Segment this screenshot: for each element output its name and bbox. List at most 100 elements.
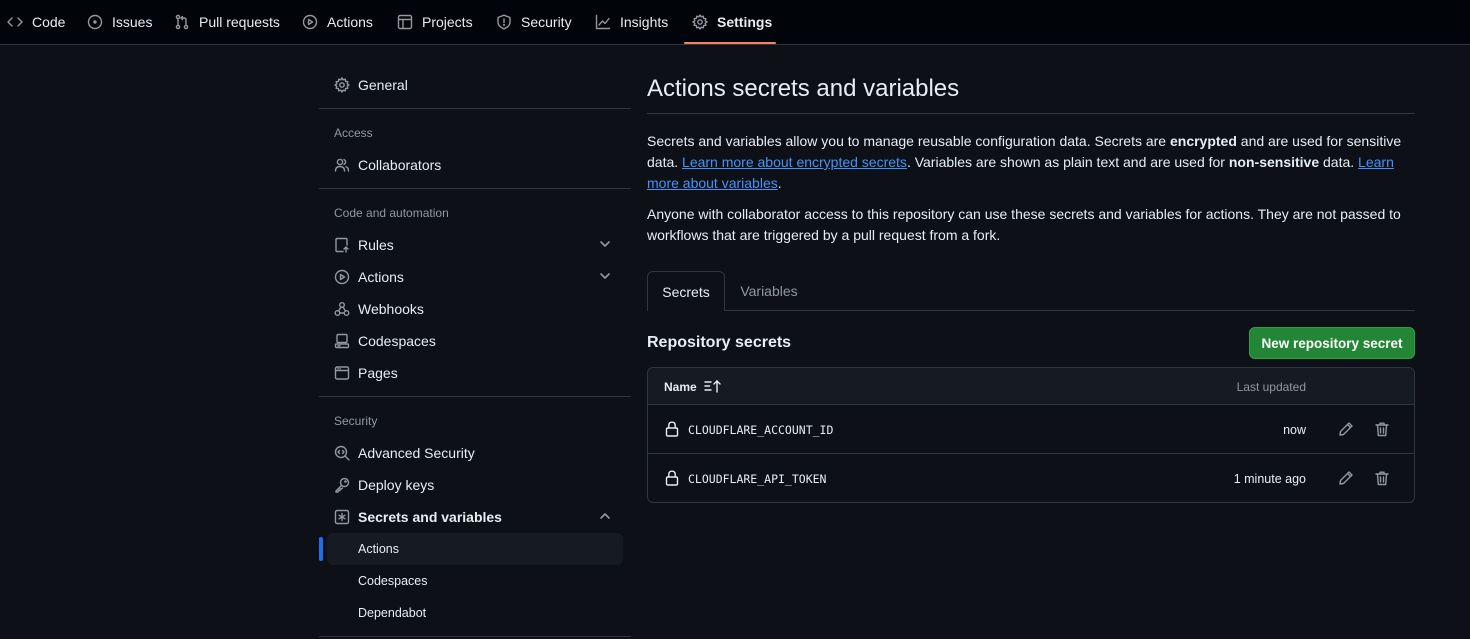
play-icon [302,14,318,30]
sidebar-item-label: Deploy keys [358,477,435,493]
tab-actions[interactable]: Actions [302,0,373,44]
sidebar-item-label: General [358,77,408,93]
sidebar-item-label: Pages [358,365,398,381]
trash-icon[interactable] [1374,470,1390,486]
sidebar-subitem-actions[interactable]: Actions [358,542,399,560]
sidebar-item-secrets-and-variables[interactable]: Secrets and variables [334,503,622,531]
tab-label: Security [521,14,572,30]
tab-label: Code [32,14,66,30]
secret-name: CLOUDFLARE_ACCOUNT_ID [688,423,834,437]
tab-pull-requests[interactable]: Pull requests [174,0,280,44]
sidebar-heading-access: Access [334,126,373,140]
shield-icon [497,14,511,30]
intro-text: . Variables are shown as plain text and … [906,154,1229,170]
lock-icon [665,421,679,437]
gear-icon [692,14,708,30]
webhook-icon [334,302,350,316]
chevron-down-icon [600,241,610,247]
intro-emphasis: non-sensitive [1228,154,1320,170]
sidebar-item-label: Actions [358,269,404,285]
selected-tab-underline [684,42,776,44]
secret-name: CLOUDFLARE_API_TOKEN [688,472,827,486]
repo-nav: Code Issues Pull requests Actions Projec… [0,0,1470,45]
pull-request-icon [175,14,189,30]
chevron-down-icon [600,273,610,279]
browser-icon [334,366,350,380]
tab-label: Insights [620,14,669,30]
issue-icon [87,14,103,30]
sidebar-item-actions[interactable]: Actions [334,263,622,291]
intro-emphasis: encrypted [1169,133,1237,149]
table-row: CLOUDFLARE_API_TOKEN 1 minute ago [648,454,1414,502]
sidebar-item-rules[interactable]: Rules [334,231,622,259]
sort-ascending-icon[interactable] [704,379,722,393]
sidebar-divider [319,188,631,189]
page-title: Actions secrets and variables [647,75,960,102]
sidebar-item-label: Collaborators [358,157,442,173]
new-repository-secret-button[interactable]: New repository secret [1249,327,1415,359]
repo-push-icon [335,237,349,253]
intro-paragraph: Secrets and variables allow you to manag… [647,131,1417,194]
sidebar-item-pages[interactable]: Pages [334,359,622,387]
tab-code[interactable]: Code [7,0,65,44]
repository-secrets-heading: Repository secrets [647,334,792,351]
tab-label: Pull requests [199,14,280,30]
play-icon [334,269,350,285]
sidebar-item-label: Advanced Security [358,445,475,461]
sidebar-subitem-dependabot[interactable]: Dependabot [358,606,426,624]
tab-label: Projects [422,14,473,30]
column-last-updated-header: Last updated [1236,380,1306,394]
table-header: Name Last updated [648,368,1414,405]
graph-icon [595,14,611,30]
intro-text: . [777,175,782,191]
sidebar-heading-security: Security [334,414,378,428]
intro-text: data. [1319,154,1359,170]
trash-icon[interactable] [1374,421,1390,437]
sidebar-item-advanced-security[interactable]: Advanced Security [334,439,622,467]
sidebar-subitem-codespaces[interactable]: Codespaces [358,574,428,592]
tab-settings[interactable]: Settings [692,0,772,44]
sidebar-item-label: Secrets and variables [358,509,502,525]
tab-label: Settings [717,14,773,30]
key-icon [335,477,350,493]
chevron-up-icon [600,513,610,519]
sidebar-item-collaborators[interactable]: Collaborators [334,151,622,179]
code-icon [7,17,23,27]
secrets-table: Name Last updated CLOUDFLARE_ACCOUNT_ID … [647,367,1415,503]
gear-icon [334,77,350,93]
tab-insights[interactable]: Insights [595,0,668,44]
sidebar-item-codespaces[interactable]: Codespaces [334,327,622,355]
pencil-icon[interactable] [1338,470,1354,486]
codescan-icon [334,445,350,461]
table-icon [397,14,413,30]
sidebar-item-label: Webhooks [358,301,424,317]
sidebar-item-deploy-keys[interactable]: Deploy keys [334,471,622,499]
sidebar-item-general[interactable]: General [334,71,622,99]
secret-last-updated: 1 minute ago [1233,472,1306,486]
tab-projects[interactable]: Projects [397,0,473,44]
tab-secrets[interactable]: Secrets [647,271,725,311]
sidebar-heading-code-automation: Code and automation [334,206,449,220]
collaborator-note: Anyone with collaborator access to this … [647,206,1401,243]
tab-security[interactable]: Security [496,0,572,44]
people-icon [334,158,350,172]
learn-more-secrets-link[interactable]: Learn more about encrypted secrets [682,154,907,170]
tab-label: Issues [112,14,153,30]
table-row: CLOUDFLARE_ACCOUNT_ID now [648,405,1414,454]
title-divider [647,113,1415,114]
codespaces-icon [334,333,350,349]
tab-label: Actions [327,14,373,30]
sidebar-item-label: Rules [358,237,394,253]
column-name-header[interactable]: Name [664,380,697,394]
tab-variables[interactable]: Variables [728,271,810,311]
asterisk-box-icon [334,509,350,525]
pencil-icon[interactable] [1338,421,1354,437]
secret-last-updated: now [1283,423,1306,437]
tab-issues[interactable]: Issues [87,0,152,44]
sidebar-item-label: Codespaces [358,333,436,349]
lock-icon [665,470,679,486]
sidebar-divider [319,396,631,397]
sidebar-item-webhooks[interactable]: Webhooks [334,295,622,323]
active-indicator-bar [319,537,323,561]
intro-text: Secrets and variables allow you to manag… [647,133,1170,149]
